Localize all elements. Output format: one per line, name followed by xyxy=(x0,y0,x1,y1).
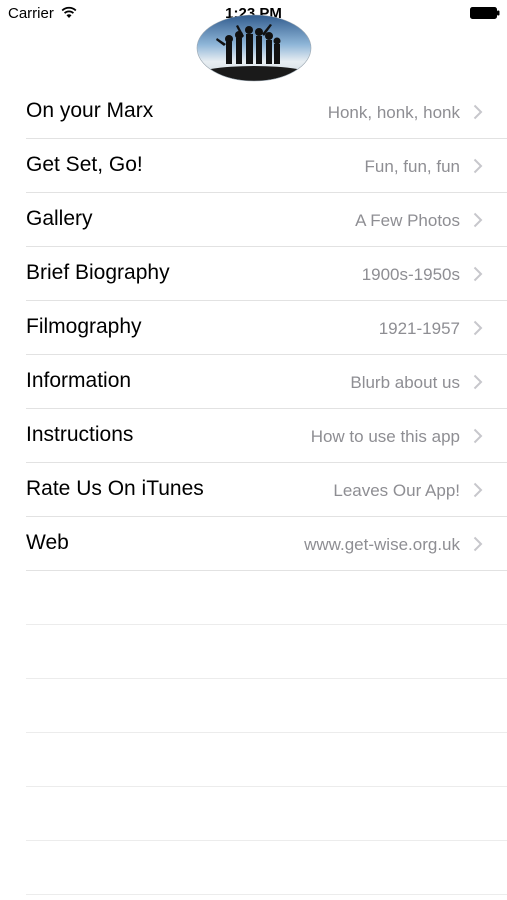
chevron-right-icon xyxy=(473,536,483,552)
menu-item-title: Gallery xyxy=(26,207,93,230)
empty-table-row xyxy=(26,841,507,895)
menu-item-gallery[interactable]: Gallery A Few Photos xyxy=(26,193,507,247)
battery-icon xyxy=(470,7,500,19)
menu-item-title: Web xyxy=(26,531,69,554)
menu-item-detail: How to use this app xyxy=(310,427,460,446)
menu-item-information[interactable]: Information Blurb about us xyxy=(26,355,507,409)
group-silhouette-logo xyxy=(196,14,312,82)
menu-item-detail: Blurb about us xyxy=(350,373,460,392)
menu-item-detail: A Few Photos xyxy=(355,211,460,230)
empty-table-row xyxy=(26,787,507,841)
menu-item-title: Rate Us On iTunes xyxy=(26,477,204,500)
menu-item-title: Brief Biography xyxy=(26,261,170,284)
menu-item-brief-biography[interactable]: Brief Biography 1900s-1950s xyxy=(26,247,507,301)
chevron-right-icon xyxy=(473,266,483,282)
chevron-right-icon xyxy=(473,158,483,174)
menu-item-title: Get Set, Go! xyxy=(26,153,143,176)
chevron-right-icon xyxy=(473,212,483,228)
menu-item-title: On your Marx xyxy=(26,99,154,122)
menu-item-instructions[interactable]: Instructions How to use this app xyxy=(26,409,507,463)
menu-item-detail: Leaves Our App! xyxy=(333,481,460,500)
empty-table-row xyxy=(26,571,507,625)
empty-table-row xyxy=(26,625,507,679)
menu-item-title: Filmography xyxy=(26,315,142,338)
menu-item-filmography[interactable]: Filmography 1921-1957 xyxy=(26,301,507,355)
menu-item-detail: Honk, honk, honk xyxy=(327,103,460,122)
menu-item-title: Information xyxy=(26,369,132,392)
menu-table: On your Marx Honk, honk, honk Get Set, G… xyxy=(0,85,507,895)
menu-item-rate-us-on-itunes[interactable]: Rate Us On iTunes Leaves Our App! xyxy=(26,463,507,517)
chevron-right-icon xyxy=(473,104,483,120)
chevron-right-icon xyxy=(473,428,483,444)
empty-table-row xyxy=(26,679,507,733)
chevron-right-icon xyxy=(473,374,483,390)
menu-item-detail: www.get-wise.org.uk xyxy=(304,535,460,554)
menu-item-detail: Fun, fun, fun xyxy=(364,157,460,176)
menu-item-on-your-marx[interactable]: On your Marx Honk, honk, honk xyxy=(26,85,507,139)
chevron-right-icon xyxy=(473,482,483,498)
menu-item-web[interactable]: Web www.get-wise.org.uk xyxy=(26,517,507,571)
menu-item-get-set-go[interactable]: Get Set, Go! Fun, fun, fun xyxy=(26,139,507,193)
menu-item-title: Instructions xyxy=(26,423,134,446)
menu-item-detail: 1921-1957 xyxy=(378,319,460,338)
menu-item-detail: 1900s-1950s xyxy=(361,265,460,284)
chevron-right-icon xyxy=(473,320,483,336)
empty-table-row xyxy=(26,733,507,787)
